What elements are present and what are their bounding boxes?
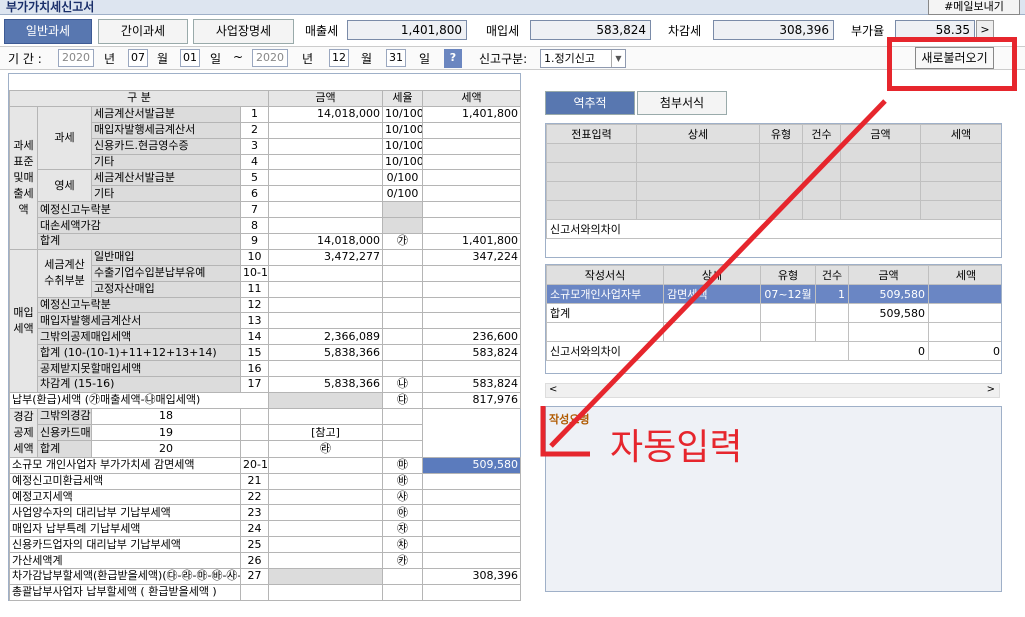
red-arrow-annotation — [540, 99, 887, 457]
